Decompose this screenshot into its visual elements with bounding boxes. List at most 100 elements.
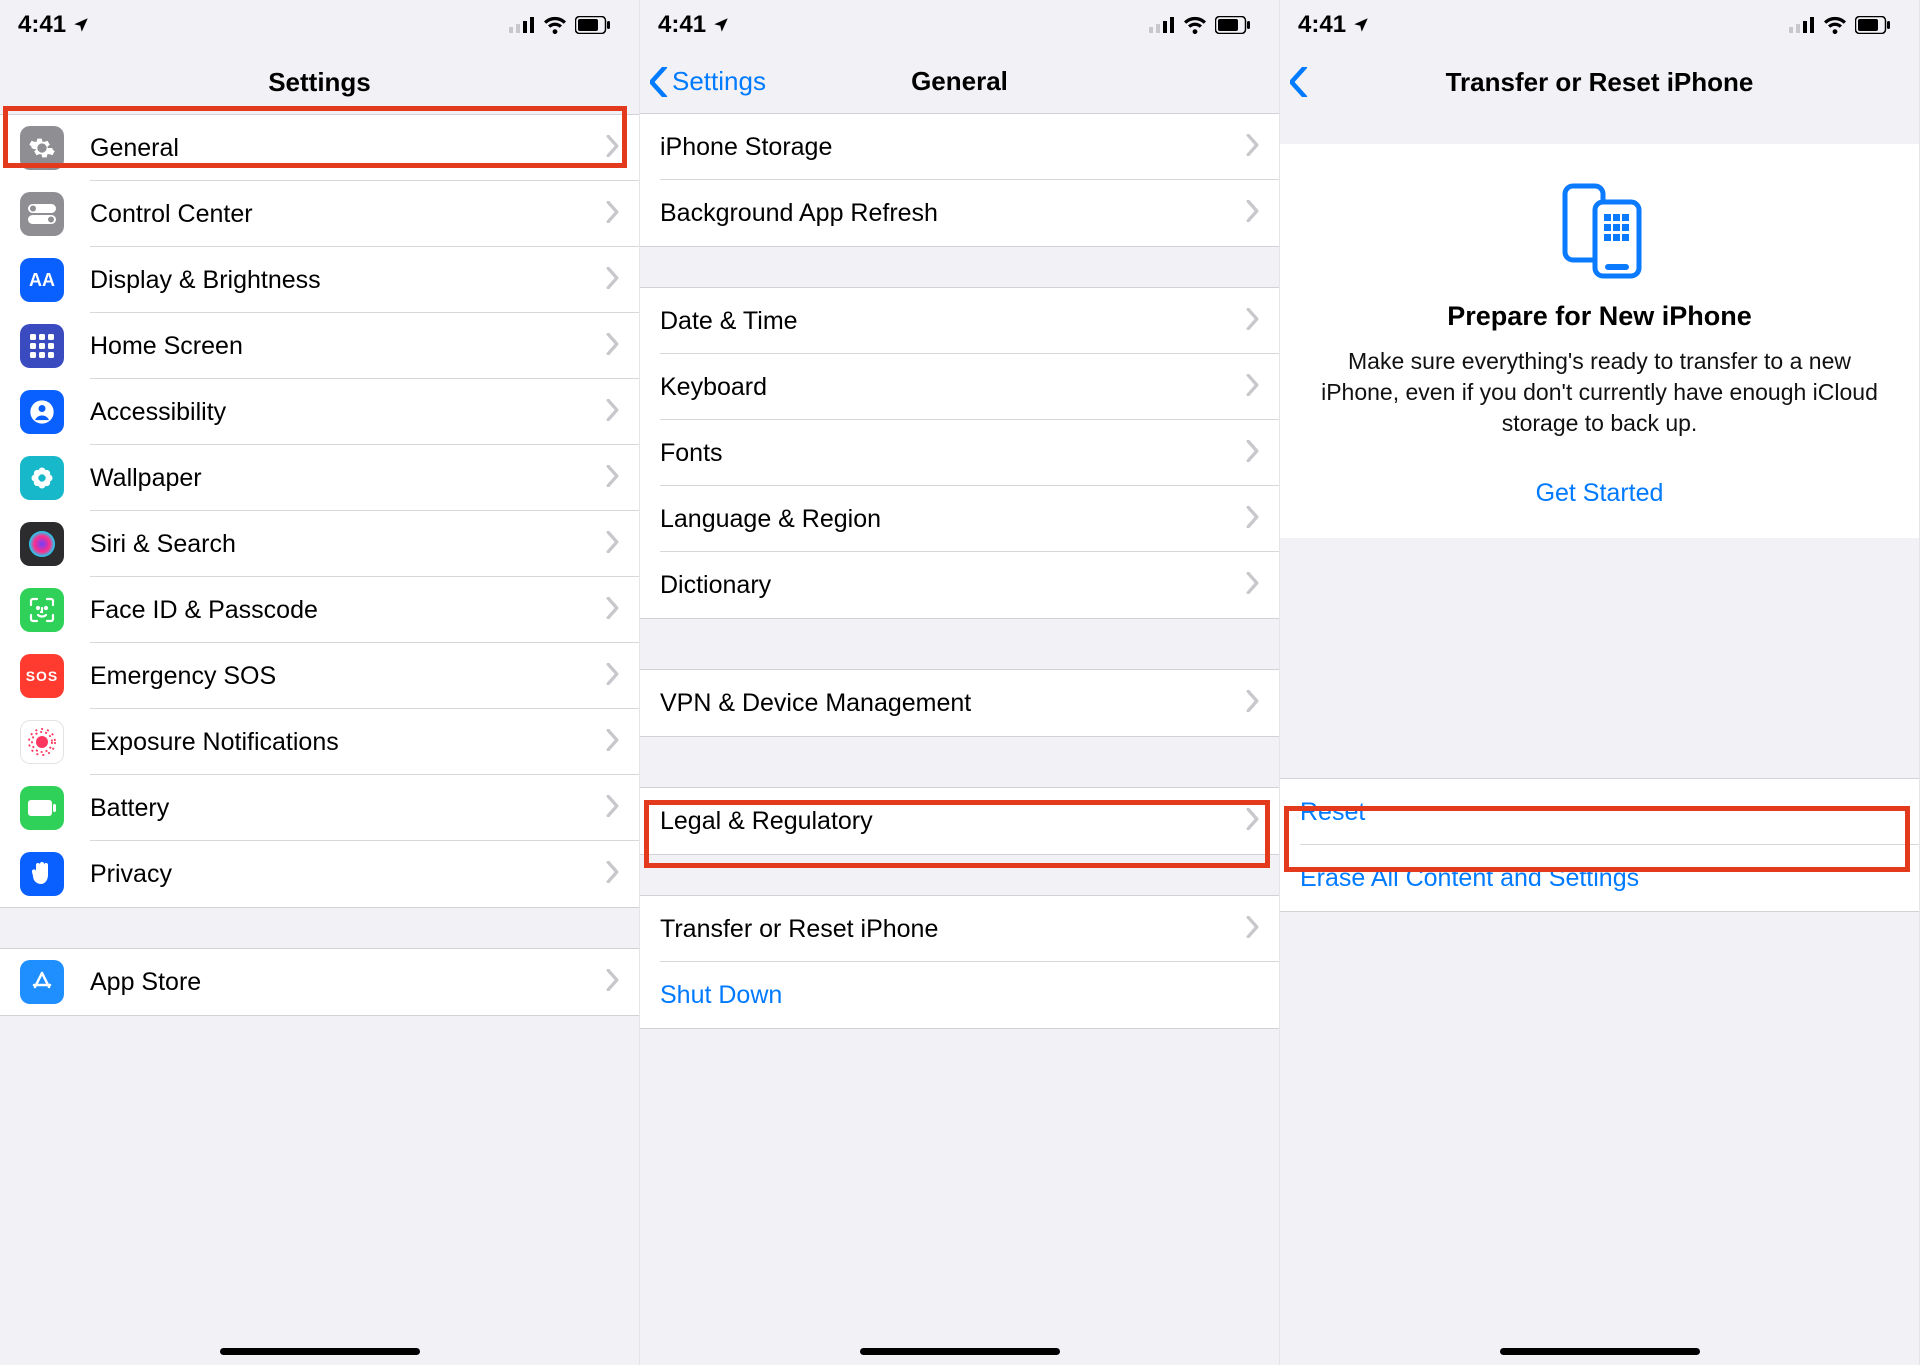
get-started-button[interactable]: Get Started — [1310, 479, 1889, 508]
chevron-right-icon — [1246, 131, 1259, 163]
page-title: Settings — [0, 67, 639, 98]
row-date-time[interactable]: Date & Time — [640, 288, 1279, 354]
cellular-signal-icon — [1789, 17, 1815, 33]
row-transfer-reset[interactable]: Transfer or Reset iPhone — [640, 896, 1279, 962]
row-sos[interactable]: SOSEmergency SOS — [0, 643, 639, 709]
row-bg-refresh[interactable]: Background App Refresh — [640, 180, 1279, 246]
status-bar: 4:41 — [0, 0, 639, 50]
row-label: Date & Time — [660, 307, 1246, 336]
row-shutdown[interactable]: Shut Down — [640, 962, 1279, 1028]
chevron-left-icon — [650, 67, 668, 97]
row-control-center[interactable]: Control Center — [0, 181, 639, 247]
nav-header: Settings — [0, 50, 639, 114]
nav-back-button[interactable] — [1280, 67, 1312, 97]
wifi-icon — [543, 16, 567, 34]
location-services-icon — [72, 16, 90, 34]
row-label: Background App Refresh — [660, 199, 1246, 228]
row-keyboard[interactable]: Keyboard — [640, 354, 1279, 420]
page-title: Transfer or Reset iPhone — [1280, 67, 1919, 98]
row-erase[interactable]: Erase All Content and Settings — [1280, 845, 1919, 911]
status-time: 4:41 — [658, 11, 706, 39]
row-exposure[interactable]: Exposure Notifications — [0, 709, 639, 775]
chevron-right-icon — [606, 858, 619, 890]
chevron-right-icon — [1246, 569, 1259, 601]
general-list[interactable]: iPhone Storage Background App Refresh Dat… — [640, 114, 1279, 1365]
row-display[interactable]: AADisplay & Brightness — [0, 247, 639, 313]
card-description: Make sure everything's ready to transfer… — [1310, 346, 1889, 439]
home-indicator[interactable] — [220, 1348, 420, 1355]
row-label: Face ID & Passcode — [90, 596, 606, 625]
row-reset[interactable]: Reset — [1280, 779, 1919, 845]
faceid-icon — [20, 588, 64, 632]
battery-icon — [1855, 16, 1891, 34]
chevron-right-icon — [606, 528, 619, 560]
row-label: Battery — [90, 794, 606, 823]
row-lang[interactable]: Language & Region — [640, 486, 1279, 552]
status-bar: 4:41 — [1280, 0, 1919, 50]
chevron-right-icon — [606, 594, 619, 626]
row-wallpaper[interactable]: Wallpaper — [0, 445, 639, 511]
row-label: Dictionary — [660, 571, 1246, 600]
row-label: Accessibility — [90, 398, 606, 427]
chevron-left-icon — [1290, 67, 1308, 97]
nav-header: Transfer or Reset iPhone — [1280, 50, 1919, 114]
chevron-right-icon — [606, 966, 619, 998]
chevron-right-icon — [1246, 805, 1259, 837]
row-label: Siri & Search — [90, 530, 606, 559]
status-bar: 4:41 — [640, 0, 1279, 50]
chevron-right-icon — [606, 462, 619, 494]
chevron-right-icon — [606, 264, 619, 296]
cellular-signal-icon — [509, 17, 535, 33]
nav-back-button[interactable]: Settings — [640, 66, 766, 97]
app-store-icon — [20, 960, 64, 1004]
status-time: 4:41 — [1298, 11, 1346, 39]
row-dict[interactable]: Dictionary — [640, 552, 1279, 618]
row-label: Display & Brightness — [90, 266, 606, 295]
row-general[interactable]: General — [0, 115, 639, 181]
control-center-icon — [20, 192, 64, 236]
chevron-right-icon — [1246, 197, 1259, 229]
cellular-signal-icon — [1149, 17, 1175, 33]
row-privacy[interactable]: Privacy — [0, 841, 639, 907]
row-home-screen[interactable]: Home Screen — [0, 313, 639, 379]
chevron-right-icon — [1246, 503, 1259, 535]
row-label: Fonts — [660, 439, 1246, 468]
row-fonts[interactable]: Fonts — [640, 420, 1279, 486]
privacy-icon — [20, 852, 64, 896]
general-icon — [20, 126, 64, 170]
prepare-card: Prepare for New iPhone Make sure everyth… — [1280, 144, 1919, 538]
row-label: iPhone Storage — [660, 133, 1246, 162]
battery-icon — [20, 786, 64, 830]
battery-icon — [1215, 16, 1251, 34]
row-faceid[interactable]: Face ID & Passcode — [0, 577, 639, 643]
wifi-icon — [1823, 16, 1847, 34]
screen-general: 4:41 Settings General iPhone StorageBack… — [640, 0, 1280, 1365]
battery-icon — [575, 16, 611, 34]
row-label: Transfer or Reset iPhone — [660, 915, 1246, 944]
transfer-reset-list[interactable]: Prepare for New iPhone Make sure everyth… — [1280, 144, 1919, 1365]
home-indicator[interactable] — [1500, 1348, 1700, 1355]
row-legal[interactable]: Legal & Regulatory — [640, 788, 1279, 854]
settings-list[interactable]: GeneralControl CenterAADisplay & Brightn… — [0, 114, 639, 1365]
chevron-right-icon — [1246, 305, 1259, 337]
row-label: Erase All Content and Settings — [1300, 864, 1899, 893]
home-indicator[interactable] — [860, 1348, 1060, 1355]
chevron-right-icon — [1246, 437, 1259, 469]
row-label: Exposure Notifications — [90, 728, 606, 757]
chevron-right-icon — [606, 792, 619, 824]
chevron-right-icon — [1246, 687, 1259, 719]
row-accessibility[interactable]: Accessibility — [0, 379, 639, 445]
row-label: Reset — [1300, 798, 1899, 827]
status-time: 4:41 — [18, 11, 66, 39]
row-label: Language & Region — [660, 505, 1246, 534]
chevron-right-icon — [606, 198, 619, 230]
row-iphone-storage[interactable]: iPhone Storage — [640, 114, 1279, 180]
chevron-right-icon — [606, 132, 619, 164]
row-siri[interactable]: Siri & Search — [0, 511, 639, 577]
row-battery[interactable]: Battery — [0, 775, 639, 841]
sos-icon: SOS — [20, 654, 64, 698]
location-services-icon — [1352, 16, 1370, 34]
row-app-store[interactable]: App Store — [0, 949, 639, 1015]
phones-transfer-icon — [1310, 180, 1889, 285]
row-vpn[interactable]: VPN & Device Management — [640, 670, 1279, 736]
